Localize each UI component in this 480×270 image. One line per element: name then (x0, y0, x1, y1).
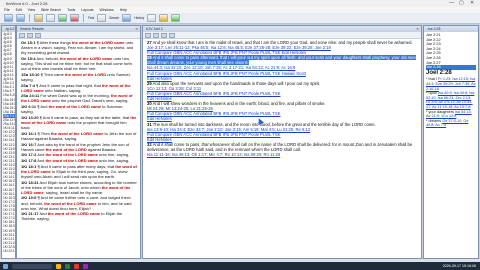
crossref-window: Joe 2:28 Joe 2:21 Joe 2:22 Joe 2:23 Joe 2:2… (423, 25, 479, 259)
taskbar-search[interactable] (12, 263, 52, 269)
verse-list-item[interactable]: 1Sa 3:21 (3, 93, 15, 97)
layout-icon[interactable] (58, 14, 67, 22)
search-result[interactable]: 1Ki 17:8 And the word of the LORD came u… (21, 158, 137, 163)
search-label[interactable]: Search (109, 16, 119, 20)
search-result[interactable]: 1Sa 15:10 ¶ Then came the word of the LO… (21, 72, 137, 82)
verse-list: Jg 6:3 Jg 6:4 Jg 6:5 Jg 6:6 Jg 6:7 Jg 6:8 Jg 6… (2, 32, 15, 253)
verse-32-crossrefs[interactable]: Isa 11:11-16; Isa 46:13; Ob 1:17; Mic 4:… (147, 152, 417, 157)
theword-icon[interactable] (83, 263, 88, 269)
bible-text: 27 And ye shall know that I am in the mi… (143, 39, 421, 157)
verse-list-item[interactable]: 1Ki 18:31 (3, 224, 15, 228)
book-icon[interactable] (46, 14, 55, 22)
crossref-window-title: Joe 2:28 (424, 26, 478, 32)
options-icon[interactable] (35, 32, 41, 38)
search-result[interactable]: 2Sa 7:4 ¶ And it came to pass that night… (21, 83, 137, 93)
history-label[interactable]: History (134, 16, 144, 20)
crossref-note-1: * that I Pr 1:23; Isa 12:15; Isa 44:3; E… (426, 77, 476, 91)
search-result[interactable]: 1Ki 17:2 And the word of the LORD came u… (21, 152, 137, 157)
taskbar: 2026-09-17 15:16:06 (0, 262, 480, 270)
verse-28: 28 And it shall come to pass afterward, … (147, 55, 416, 66)
history-icon[interactable] (147, 14, 157, 22)
app-title: theWord 6.0 - Joel 2:28 (6, 1, 48, 6)
book-selector-icon[interactable] (145, 32, 151, 38)
search-result[interactable]: 1Ki 21:17 And the word of the LORD came … (21, 211, 137, 221)
close-icon[interactable]: ✕ (416, 26, 419, 32)
verse-list-item[interactable]: 1Sa 15:1 (3, 98, 15, 102)
chapter-icon[interactable] (153, 32, 159, 38)
verse-list-item[interactable]: 1Ki 13:1 (3, 138, 15, 142)
print-icon[interactable] (171, 14, 181, 22)
verse-list-window: Jg 6:2 Jg 6:3 Jg 6:4 Jg 6:5 Jg 6:6 Jg 6:7 Jg … (1, 25, 16, 259)
verse-icon[interactable] (161, 32, 167, 38)
back-icon[interactable] (4, 14, 13, 22)
bookmark-icon[interactable] (34, 14, 43, 22)
clock: 2026-09-17 15:16:06 (442, 264, 476, 268)
search-result[interactable]: Ge 15:1 ¶ After these things the word of… (21, 40, 137, 55)
verse-list-title: Jg 6:2 (2, 26, 15, 32)
verse-list-item[interactable]: 1Ki 16:1 (3, 183, 15, 187)
highlight-icon[interactable] (70, 14, 79, 22)
toolbar-divider (83, 14, 84, 22)
bible-window-title: KJV Joel 2 ✕ (143, 26, 421, 32)
file-explorer-icon[interactable] (56, 263, 61, 269)
crossref-heading: Joel 2:28 (426, 69, 452, 76)
search-result[interactable]: 1Ki 16:1 ¶ Then the word of the LORD cam… (21, 131, 137, 141)
bible-text-window: KJV Joel 2 ✕ 27 And ye shall know that I … (142, 25, 422, 259)
crossref-note-4: * dreams Ge 37:5-10; Ge 40:8; Ac 7:5 (426, 118, 469, 128)
close-button[interactable]: ✕ (470, 0, 474, 7)
search-window-title: Search Results ✕ (17, 26, 140, 32)
search-result[interactable]: 1Ki 19:9 ¶ And he came thither unto a ca… (21, 195, 137, 210)
browser-icon[interactable] (74, 263, 79, 269)
search-result[interactable]: Ge 15:4 And, behold, the word of the LOR… (21, 56, 137, 71)
bible-window-toolbar (143, 32, 421, 39)
search-result[interactable]: 1Ki 18:31 And Elijah took twelve stones,… (21, 180, 137, 195)
search-icon[interactable] (122, 14, 132, 22)
print-icon[interactable] (27, 32, 33, 38)
app-title-bar: theWord 6.0 - Joel 2:28 — ▢ ✕ (0, 0, 480, 7)
search-result[interactable]: 1Ki 18:1 ¶ And it came to pass after man… (21, 164, 137, 179)
search-results-window: Search Results ✕ Ge 15:1 ¶ After these th… (16, 25, 141, 259)
verse-list-item[interactable]: 1Ki 19:9 (3, 229, 15, 233)
crossref-note-3: * your daughters Isa 54:13; Ac 21:9; 1Co… (426, 109, 472, 119)
crossref-note-2: * upon Isa 40:5; Isa 49:6; Isa 52:10; Is… (426, 91, 475, 109)
forward-icon[interactable] (16, 14, 25, 22)
search-results-list: Ge 15:1 ¶ After these things the word of… (17, 39, 140, 222)
verse-32: 32 And it shall come to pass, that whoso… (147, 141, 413, 152)
search-result[interactable]: 1Ki 13:20 ¶ And it came to pass, as they… (21, 115, 137, 130)
find-icon[interactable] (97, 14, 107, 22)
maximize-button[interactable]: ▢ (459, 0, 464, 7)
main-toolbar: Find Search History (0, 13, 480, 24)
crossref-body: Joe 2:21 Joe 2:22 Joe 2:23 Joe 2:24 Joe 2:25… (424, 32, 478, 129)
verse-list-item[interactable]: 1Ki 22:19 (3, 249, 15, 253)
copy-icon[interactable] (19, 32, 25, 38)
search-result[interactable]: 1Ki 16:7 And also by the hand of the pro… (21, 142, 137, 152)
search-result[interactable]: 1Ki 6:11 ¶ And the word of the LORD came… (21, 104, 137, 114)
start-icon[interactable] (3, 263, 8, 269)
search-window-toolbar (17, 32, 140, 39)
minimize-button[interactable]: — (449, 0, 454, 7)
notes-icon[interactable] (159, 14, 169, 22)
toolbar-divider (29, 14, 30, 22)
app-icon[interactable] (65, 263, 70, 269)
find-label[interactable]: Find (88, 16, 94, 20)
crossref-verse-list: Joe 2:21 Joe 2:22 Joe 2:23 Joe 2:24 Joe 2:25… (426, 33, 476, 70)
settings-icon[interactable] (169, 32, 175, 38)
search-result[interactable]: 2Sa 24:11 For when David was up in the m… (21, 93, 137, 103)
close-icon[interactable]: ✕ (135, 26, 138, 32)
